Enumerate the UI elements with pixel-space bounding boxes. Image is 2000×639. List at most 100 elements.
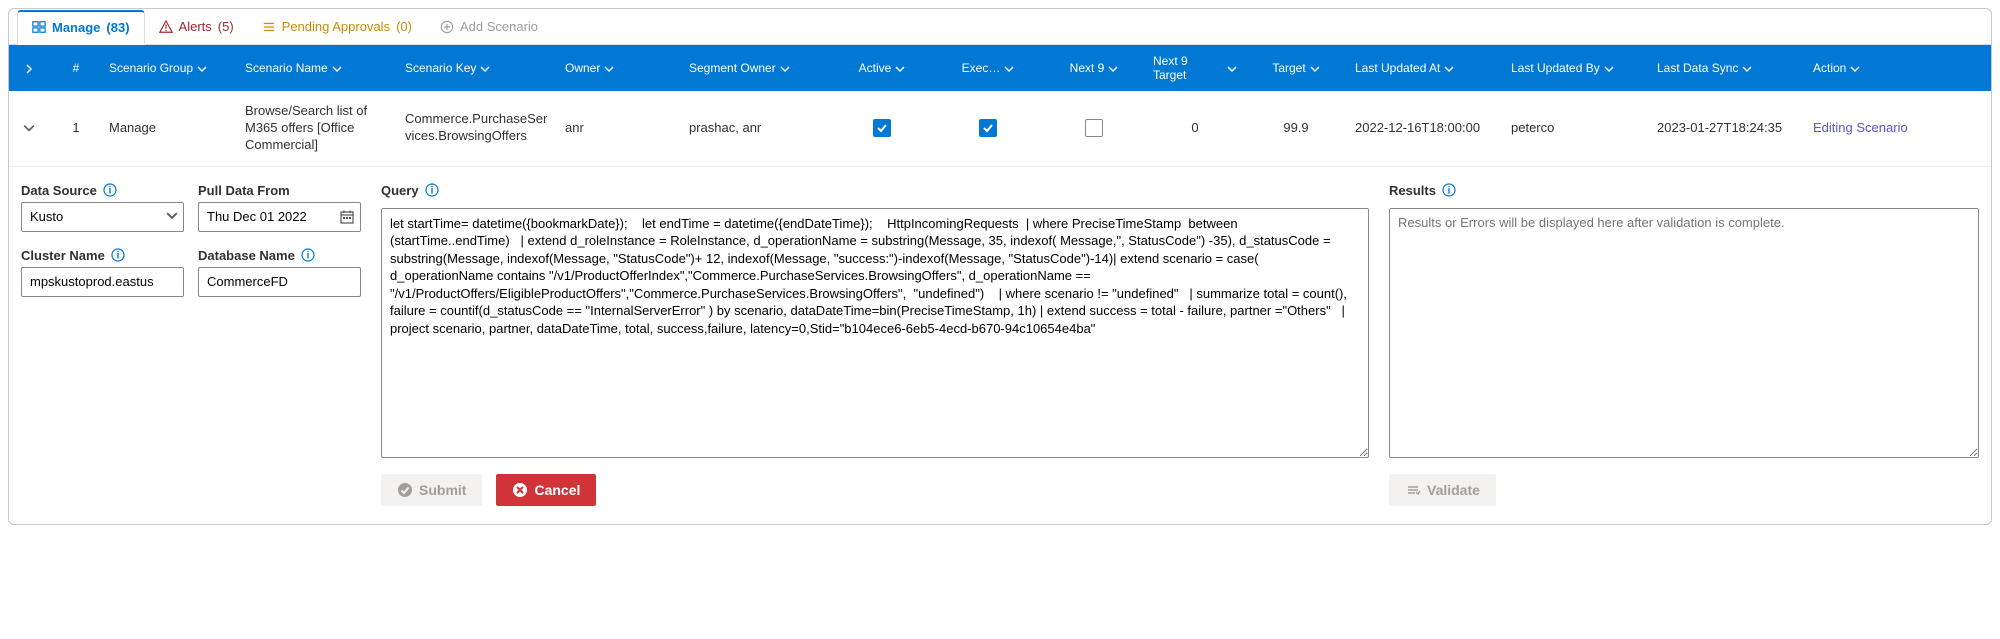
header-scenario-group[interactable]: Scenario Group [103,57,239,79]
tab-add-label: Add Scenario [460,19,538,34]
svg-text:i: i [306,251,309,262]
header-scenario-key[interactable]: Scenario Key [399,57,559,79]
info-icon[interactable]: i [103,183,117,197]
query-label: Query i [381,183,1369,198]
cell-exec [935,117,1041,139]
data-source-label: Data Source i [21,183,184,198]
details-right-column: Results i Validate [1389,183,1979,506]
cell-active [829,117,935,139]
database-name-input[interactable] [198,267,361,297]
chevron-down-icon [480,63,490,73]
cancel-button[interactable]: Cancel [496,474,596,506]
tab-pending-count: (0) [396,19,412,34]
cell-segment-owner: prashac, anr [683,118,829,139]
svg-text:i: i [116,251,119,262]
chevron-down-icon [895,63,905,73]
details-middle-column: Query i Submit Cancel [381,183,1369,506]
header-last-updated-by[interactable]: Last Updated By [1505,57,1651,79]
row-expand-toggle[interactable] [9,120,49,136]
chevron-down-icon [1108,63,1118,73]
info-icon[interactable]: i [301,248,315,262]
tab-manage-label: Manage [52,20,100,35]
tab-alerts[interactable]: Alerts (5) [145,9,248,44]
cell-num: 1 [49,118,103,139]
query-textarea[interactable] [381,208,1369,458]
chevron-down-icon [1604,63,1614,73]
header-num[interactable]: # [49,57,103,79]
tab-pending[interactable]: Pending Approvals (0) [248,9,426,44]
submit-button: Submit [381,474,482,506]
info-icon[interactable]: i [111,248,125,262]
chevron-down-icon [1850,63,1860,73]
info-icon[interactable]: i [425,183,439,197]
header-next9[interactable]: Next 9 [1041,57,1147,79]
info-icon[interactable]: i [1442,183,1456,197]
cell-last-updated-at: 2022-12-16T18:00:00 [1349,118,1505,139]
header-last-data-sync[interactable]: Last Data Sync [1651,57,1807,79]
cell-scenario-name: Browse/Search list of M365 offers [Offic… [239,101,399,156]
checkbox-next9[interactable] [1085,119,1103,137]
svg-text:i: i [1448,186,1451,197]
chevron-right-icon [24,63,34,73]
cell-next9 [1041,117,1147,139]
cell-owner: anr [559,118,683,139]
tab-pending-label: Pending Approvals [282,19,390,34]
header-scenario-name[interactable]: Scenario Name [239,57,399,79]
cluster-name-input[interactable] [21,267,184,297]
chevron-down-icon [1444,63,1454,73]
results-label: Results i [1389,183,1979,198]
cluster-name-label: Cluster Name i [21,248,184,263]
header-last-updated-at[interactable]: Last Updated At [1349,57,1505,79]
validate-button: Validate [1389,474,1496,506]
tab-alerts-label: Alerts [179,19,212,34]
validate-row: Validate [1389,474,1979,506]
header-active[interactable]: Active [829,57,935,79]
alert-icon [159,20,173,34]
pull-data-from-label: Pull Data From [198,183,361,198]
header-segment-owner[interactable]: Segment Owner [683,57,829,79]
chevron-down-icon [780,63,790,73]
svg-text:i: i [108,186,111,197]
tab-alerts-count: (5) [218,19,234,34]
chevron-down-icon [197,63,207,73]
table-row: 1 Manage Browse/Search list of M365 offe… [9,91,1991,167]
manage-icon [32,20,46,34]
tab-manage[interactable]: Manage (83) [17,10,145,45]
data-source-select[interactable] [21,202,184,232]
cell-last-updated-by: peterco [1505,118,1651,139]
checkbox-active[interactable] [873,119,891,137]
tab-add-scenario[interactable]: Add Scenario [426,9,552,44]
header-target[interactable]: Target [1243,57,1349,79]
chevron-down-icon [1310,63,1320,73]
details-left-column: Data Source i Pull Data From [21,183,361,297]
app-frame: Manage (83) Alerts (5) Pending Approvals… [8,8,1992,525]
checkbox-exec[interactable] [979,119,997,137]
cell-next9-target: 0 [1147,118,1243,139]
results-textarea[interactable] [1389,208,1979,458]
chevron-down-icon [1742,63,1752,73]
database-name-label: Database Name i [198,248,361,263]
row-details: Data Source i Pull Data From [9,167,1991,524]
header-next9-target[interactable]: Next 9 Target [1147,50,1243,87]
cell-action-link[interactable]: Editing Scenario [1807,118,1983,139]
tabs-bar: Manage (83) Alerts (5) Pending Approvals… [9,9,1991,45]
cell-scenario-key: Commerce.PurchaseServices.BrowsingOffers [399,109,559,147]
pull-data-from-input[interactable] [198,202,361,232]
chevron-down-icon [1227,63,1237,73]
cell-scenario-group: Manage [103,118,239,139]
tab-manage-count: (83) [106,20,129,35]
header-action[interactable]: Action [1807,57,1983,79]
chevron-down-icon [1004,63,1014,73]
cell-last-data-sync: 2023-01-27T18:24:35 [1651,118,1807,139]
header-expand[interactable] [9,59,49,77]
plus-circle-icon [440,20,454,34]
grid-header: # Scenario Group Scenario Name Scenario … [9,45,1991,91]
svg-text:i: i [430,186,433,197]
chevron-down-icon [332,63,342,73]
list-icon [262,20,276,34]
header-owner[interactable]: Owner [559,57,683,79]
header-exec[interactable]: Exec… [935,57,1041,79]
cell-target: 99.9 [1243,118,1349,139]
submit-cancel-row: Submit Cancel [381,474,1369,506]
chevron-down-icon [604,63,614,73]
